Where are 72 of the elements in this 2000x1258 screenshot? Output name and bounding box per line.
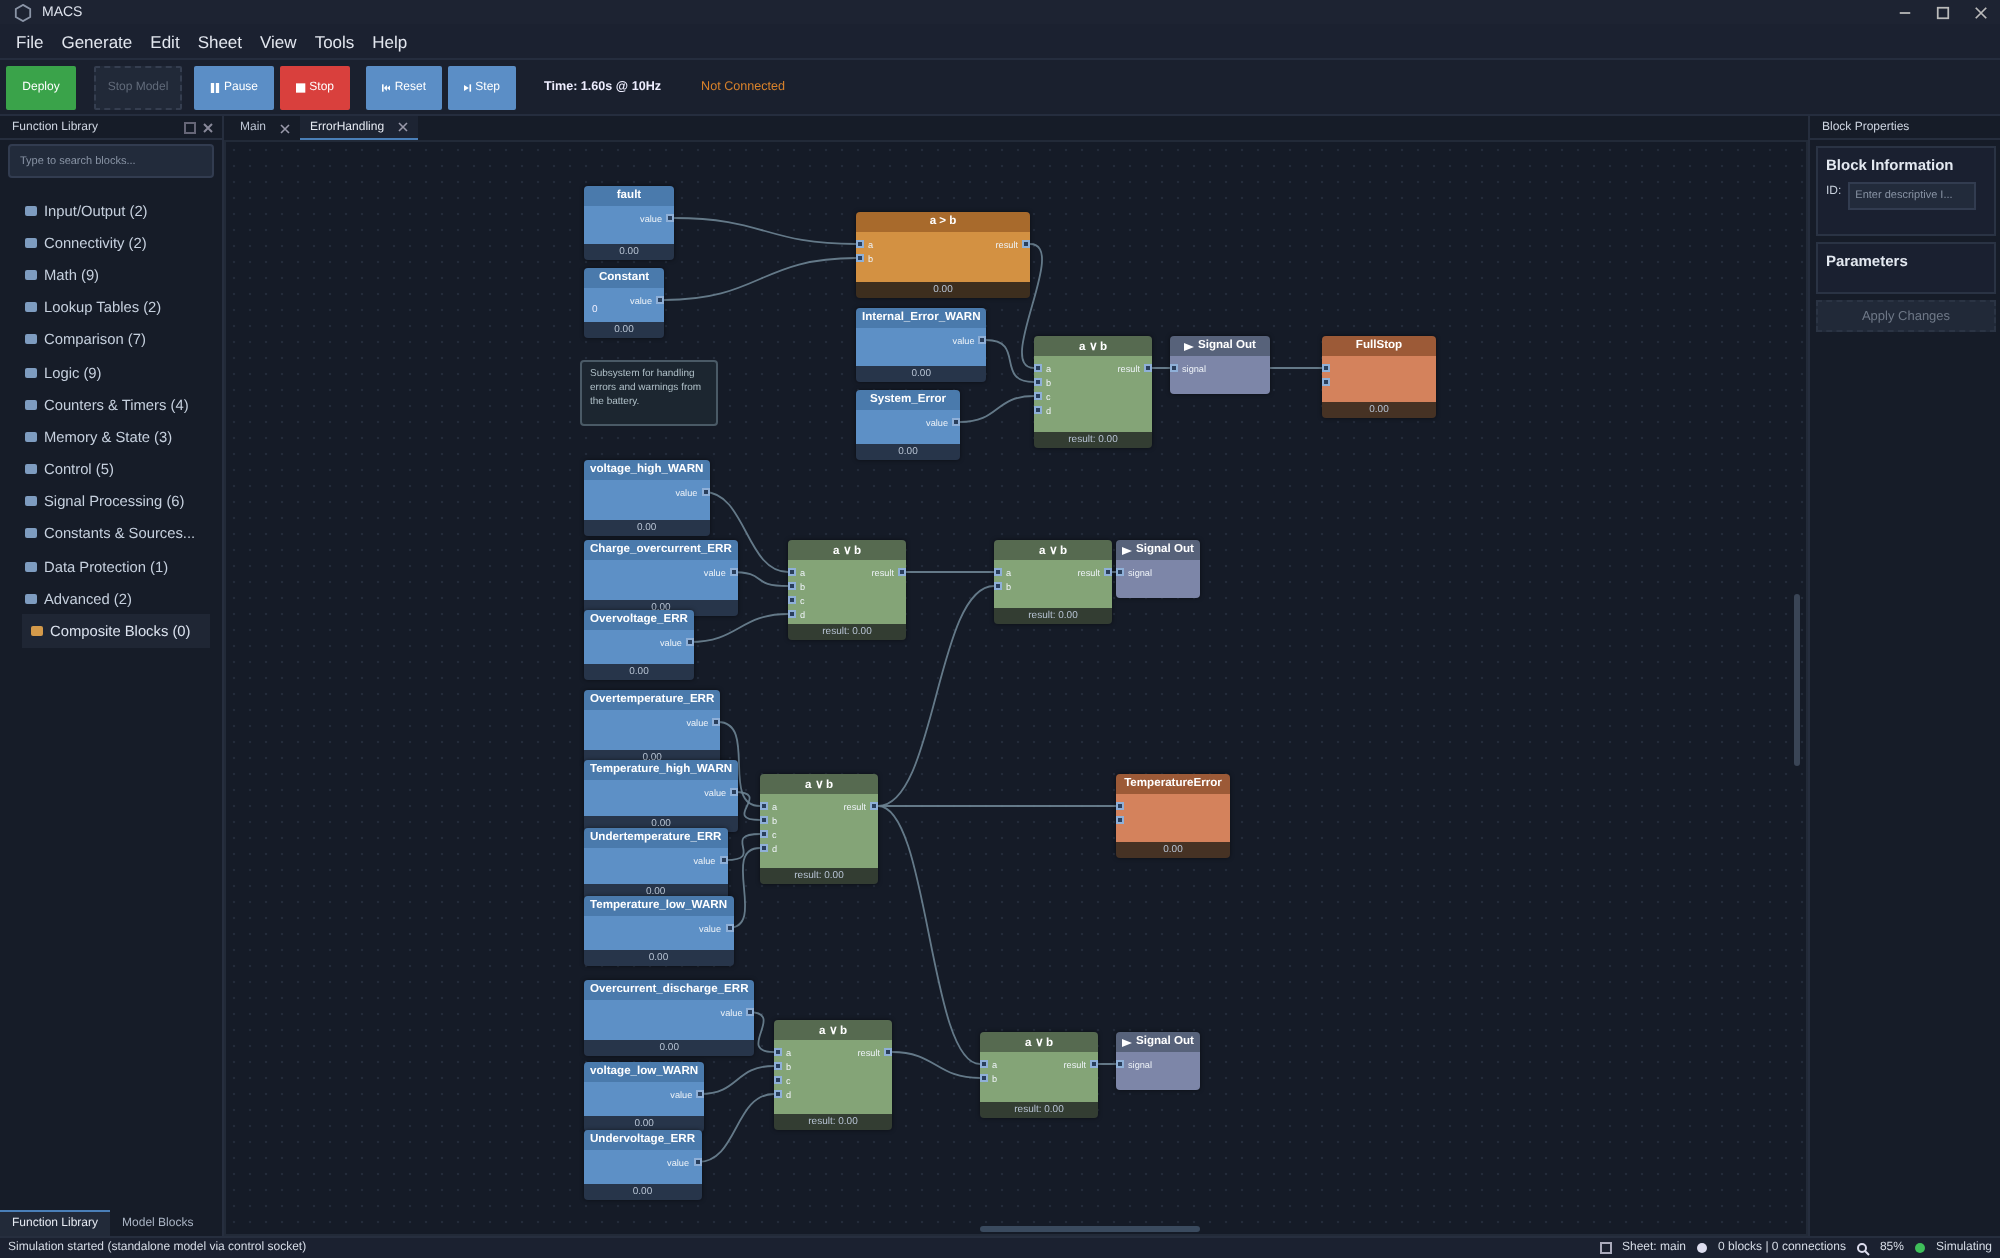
output-port[interactable] bbox=[1144, 364, 1152, 372]
connection-line bbox=[905, 571, 995, 573]
stop-icon bbox=[296, 81, 306, 93]
input-port[interactable] bbox=[1170, 364, 1178, 372]
output-port[interactable] bbox=[666, 214, 674, 222]
output-port[interactable] bbox=[696, 1090, 705, 1098]
close-icon[interactable] bbox=[398, 122, 409, 132]
category-icon bbox=[24, 559, 38, 574]
scrollbar[interactable] bbox=[1794, 594, 1800, 766]
input-port[interactable] bbox=[1116, 568, 1124, 576]
output-port[interactable] bbox=[701, 488, 710, 496]
zoom-icon bbox=[1855, 1241, 1870, 1255]
output-port[interactable] bbox=[1022, 240, 1030, 248]
step-icon bbox=[464, 81, 472, 93]
connection-line bbox=[1097, 1063, 1117, 1065]
output-port[interactable] bbox=[1090, 1060, 1098, 1068]
rewind-icon bbox=[382, 81, 391, 93]
menu-item[interactable]: Tools bbox=[314, 31, 355, 51]
close-icon[interactable] bbox=[280, 123, 291, 133]
category-icon bbox=[24, 203, 38, 218]
category-icon bbox=[24, 235, 38, 250]
scrollbar[interactable] bbox=[980, 1226, 1200, 1232]
category-icon bbox=[24, 429, 38, 444]
close-icon[interactable] bbox=[202, 121, 214, 133]
play-icon bbox=[1122, 1037, 1132, 1047]
category-icon bbox=[30, 624, 44, 639]
category-icon bbox=[24, 462, 38, 477]
output-port[interactable] bbox=[712, 718, 721, 726]
category-icon bbox=[24, 300, 38, 315]
category-icon bbox=[24, 332, 38, 347]
category-icon bbox=[24, 591, 38, 606]
maximize-icon[interactable] bbox=[1936, 5, 1950, 19]
output-port[interactable] bbox=[746, 1008, 755, 1016]
output-port[interactable] bbox=[870, 802, 878, 810]
play-icon bbox=[1184, 341, 1194, 351]
play-icon bbox=[1122, 545, 1132, 555]
category-icon bbox=[24, 494, 38, 509]
output-port[interactable] bbox=[685, 638, 694, 646]
connection-line bbox=[1151, 367, 1171, 369]
sheet-icon bbox=[1600, 1242, 1612, 1254]
menu-item[interactable]: Sheet bbox=[197, 31, 243, 51]
output-port[interactable] bbox=[693, 1158, 702, 1166]
pause-icon bbox=[210, 81, 220, 93]
output-port[interactable] bbox=[978, 336, 987, 344]
connection-line bbox=[689, 613, 789, 643]
input-port[interactable] bbox=[1116, 1060, 1124, 1068]
output-port[interactable] bbox=[898, 568, 906, 576]
output-port[interactable] bbox=[725, 924, 734, 932]
menu-item[interactable]: Generate bbox=[61, 31, 133, 51]
app-icon bbox=[14, 3, 32, 21]
output-port[interactable] bbox=[730, 788, 739, 796]
menu-item[interactable]: File bbox=[16, 31, 44, 51]
category-icon bbox=[24, 397, 38, 412]
category-icon bbox=[24, 526, 38, 541]
menu-item[interactable]: Help bbox=[372, 31, 408, 51]
menu-item[interactable]: Edit bbox=[150, 31, 180, 51]
output-port[interactable] bbox=[656, 296, 664, 304]
output-port[interactable] bbox=[729, 568, 738, 576]
category-icon bbox=[24, 365, 38, 380]
connection-line bbox=[1269, 367, 1323, 369]
menu-item[interactable]: View bbox=[260, 31, 297, 51]
node-canvas[interactable] bbox=[224, 140, 1808, 1236]
output-port[interactable] bbox=[884, 1048, 892, 1056]
output-port[interactable] bbox=[1104, 568, 1112, 576]
close-icon[interactable] bbox=[1974, 5, 1988, 19]
output-port[interactable] bbox=[952, 418, 960, 426]
category-icon bbox=[24, 267, 38, 282]
globe-icon bbox=[1696, 1242, 1709, 1254]
connection-line bbox=[959, 395, 1035, 423]
float-icon[interactable] bbox=[184, 121, 196, 133]
output-port[interactable] bbox=[719, 856, 728, 864]
status-dot-icon bbox=[1913, 1242, 1926, 1254]
